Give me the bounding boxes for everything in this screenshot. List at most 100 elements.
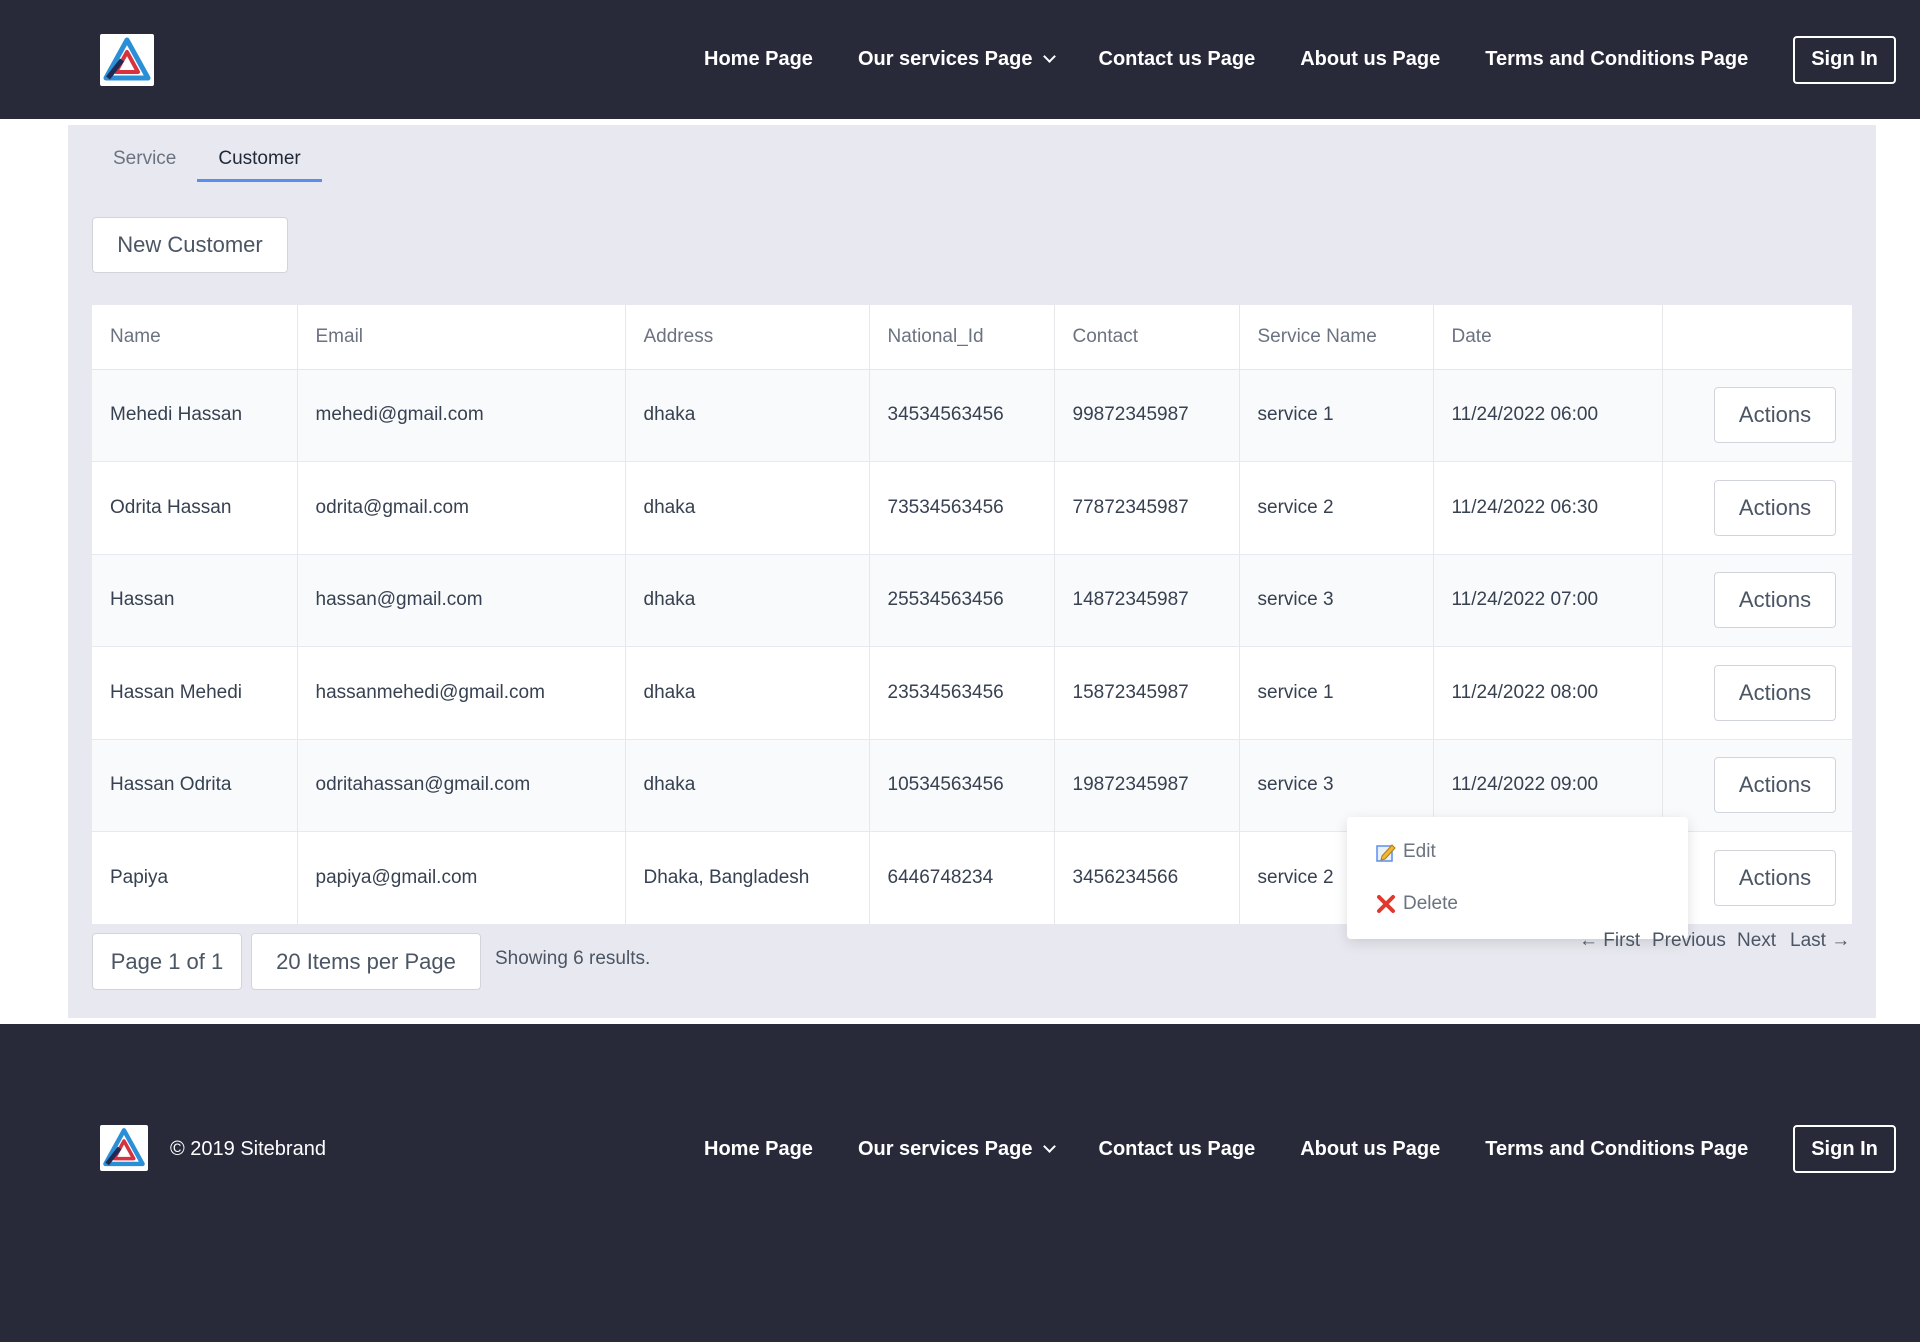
nav-about[interactable]: About us Page bbox=[1300, 48, 1440, 71]
cell-address: dhaka bbox=[625, 554, 870, 647]
pagination-last[interactable]: Last → bbox=[1790, 930, 1850, 952]
tab-service[interactable]: Service bbox=[92, 140, 197, 182]
cell-actions: Actions bbox=[1662, 739, 1852, 832]
footer-nav-services-label: Our services Page bbox=[857, 1137, 1033, 1160]
pagination-first[interactable]: ← First bbox=[1579, 930, 1640, 952]
column-header-service-name[interactable]: Service Name bbox=[1239, 305, 1434, 370]
actions-button[interactable]: Actions bbox=[1714, 479, 1836, 536]
column-header-national-id[interactable]: National_Id bbox=[869, 305, 1055, 370]
items-per-page-select[interactable]: 20 Items per Page bbox=[251, 933, 481, 990]
cell-service-name: service 2 bbox=[1239, 461, 1434, 555]
actions-button[interactable]: Actions bbox=[1714, 387, 1836, 444]
pagination-next[interactable]: Next bbox=[1737, 930, 1776, 952]
cell-email: hassan@gmail.com bbox=[297, 554, 626, 647]
cell-email: hassanmehedi@gmail.com bbox=[297, 646, 626, 740]
cell-name: Papiya bbox=[92, 831, 298, 925]
main-nav: Home Page Our services Page Contact us P… bbox=[704, 0, 1896, 119]
table-row: Odrita Hassan odrita@gmail.com dhaka 735… bbox=[92, 461, 1852, 555]
actions-button[interactable]: Actions bbox=[1714, 664, 1836, 721]
cell-national-id: 6446748234 bbox=[869, 831, 1055, 925]
menu-item-delete-label: Delete bbox=[1403, 893, 1458, 914]
cell-email: mehedi@gmail.com bbox=[297, 369, 626, 462]
edit-icon bbox=[1375, 841, 1397, 863]
cell-date: 11/24/2022 06:00 bbox=[1433, 369, 1663, 462]
cell-national-id: 25534563456 bbox=[869, 554, 1055, 647]
nav-services-label: Our services Page bbox=[857, 48, 1033, 70]
cell-name: Hassan Odrita bbox=[92, 739, 298, 832]
column-header-contact[interactable]: Contact bbox=[1054, 305, 1240, 370]
column-header-address[interactable]: Address bbox=[625, 305, 870, 370]
cell-actions: Actions bbox=[1662, 646, 1852, 740]
tab-customer[interactable]: Customer bbox=[197, 140, 322, 182]
cell-national-id: 73534563456 bbox=[869, 461, 1055, 555]
column-header-name[interactable]: Name bbox=[92, 305, 298, 370]
cell-address: dhaka bbox=[625, 739, 870, 832]
cell-national-id: 23534563456 bbox=[869, 646, 1055, 740]
footer-sign-in-button[interactable]: Sign In bbox=[1793, 1125, 1896, 1173]
actions-dropdown-menu: Edit Delete bbox=[1347, 817, 1688, 939]
copyright-text: © 2019 Sitebrand bbox=[170, 1138, 326, 1160]
footer-nav-about[interactable]: About us Page bbox=[1300, 1138, 1440, 1161]
cell-service-name: service 1 bbox=[1239, 369, 1434, 462]
footer-nav-services[interactable]: Our services Page bbox=[857, 1137, 1056, 1161]
nav-contact[interactable]: Contact us Page bbox=[1099, 48, 1256, 71]
cell-national-id: 10534563456 bbox=[869, 739, 1055, 832]
cell-address: dhaka bbox=[625, 461, 870, 555]
page-indicator[interactable]: Page 1 of 1 bbox=[92, 933, 242, 990]
site-header: Home Page Our services Page Contact us P… bbox=[0, 0, 1920, 119]
cell-date: 11/24/2022 06:30 bbox=[1433, 461, 1663, 555]
nav-services[interactable]: Our services Page bbox=[857, 48, 1056, 71]
sign-in-button[interactable]: Sign In bbox=[1793, 35, 1896, 84]
cell-contact: 99872345987 bbox=[1054, 369, 1240, 462]
chevron-down-icon bbox=[1042, 1139, 1056, 1153]
cell-address: dhaka bbox=[625, 646, 870, 740]
results-count: Showing 6 results. bbox=[495, 948, 651, 969]
table-row: Mehedi Hassan mehedi@gmail.com dhaka 345… bbox=[92, 369, 1852, 462]
actions-button[interactable]: Actions bbox=[1714, 849, 1836, 906]
cell-actions: Actions bbox=[1662, 461, 1852, 555]
tab-bar: Service Customer bbox=[92, 140, 322, 182]
cell-address: dhaka bbox=[625, 369, 870, 462]
cell-contact: 14872345987 bbox=[1054, 554, 1240, 647]
cell-contact: 3456234566 bbox=[1054, 831, 1240, 925]
footer-nav-contact[interactable]: Contact us Page bbox=[1099, 1138, 1256, 1161]
cell-date: 11/24/2022 07:00 bbox=[1433, 554, 1663, 647]
nav-home[interactable]: Home Page bbox=[704, 48, 813, 71]
cell-date: 11/24/2022 08:00 bbox=[1433, 646, 1663, 740]
cell-national-id: 34534563456 bbox=[869, 369, 1055, 462]
cell-contact: 19872345987 bbox=[1054, 739, 1240, 832]
column-header-email[interactable]: Email bbox=[297, 305, 626, 370]
menu-item-delete[interactable]: Delete bbox=[1375, 893, 1458, 915]
footer-nav-terms[interactable]: Terms and Conditions Page bbox=[1485, 1138, 1748, 1161]
cell-email: papiya@gmail.com bbox=[297, 831, 626, 925]
cell-actions: Actions bbox=[1662, 831, 1852, 925]
actions-button[interactable]: Actions bbox=[1714, 757, 1836, 814]
pagination-previous[interactable]: Previous bbox=[1652, 930, 1726, 952]
delete-icon bbox=[1375, 893, 1397, 915]
footer-nav-home[interactable]: Home Page bbox=[704, 1138, 813, 1161]
nav-terms[interactable]: Terms and Conditions Page bbox=[1485, 48, 1748, 71]
column-header-date[interactable]: Date bbox=[1433, 305, 1663, 370]
new-customer-button[interactable]: New Customer bbox=[92, 217, 288, 273]
table-row: Hassan Mehedi hassanmehedi@gmail.com dha… bbox=[92, 646, 1852, 740]
cell-name: Odrita Hassan bbox=[92, 461, 298, 555]
menu-item-edit[interactable]: Edit bbox=[1375, 841, 1436, 863]
cell-email: odritahassan@gmail.com bbox=[297, 739, 626, 832]
cell-contact: 15872345987 bbox=[1054, 646, 1240, 740]
table-header-row: Name Email Address National_Id Contact S… bbox=[92, 305, 1852, 370]
table-row: Hassan hassan@gmail.com dhaka 2553456345… bbox=[92, 554, 1852, 647]
footer-logo-icon[interactable] bbox=[100, 1125, 148, 1171]
menu-item-edit-label: Edit bbox=[1403, 841, 1436, 862]
cell-name: Hassan Mehedi bbox=[92, 646, 298, 740]
chevron-down-icon bbox=[1042, 50, 1056, 63]
cell-service-name: service 3 bbox=[1239, 554, 1434, 647]
cell-address: Dhaka, Bangladesh bbox=[625, 831, 870, 925]
logo-icon[interactable] bbox=[100, 34, 154, 86]
cell-name: Mehedi Hassan bbox=[92, 369, 298, 462]
cell-service-name: service 1 bbox=[1239, 646, 1434, 740]
column-header-actions bbox=[1662, 305, 1852, 370]
cell-contact: 77872345987 bbox=[1054, 461, 1240, 555]
cell-actions: Actions bbox=[1662, 369, 1852, 462]
cell-email: odrita@gmail.com bbox=[297, 461, 626, 555]
actions-button[interactable]: Actions bbox=[1714, 572, 1836, 629]
